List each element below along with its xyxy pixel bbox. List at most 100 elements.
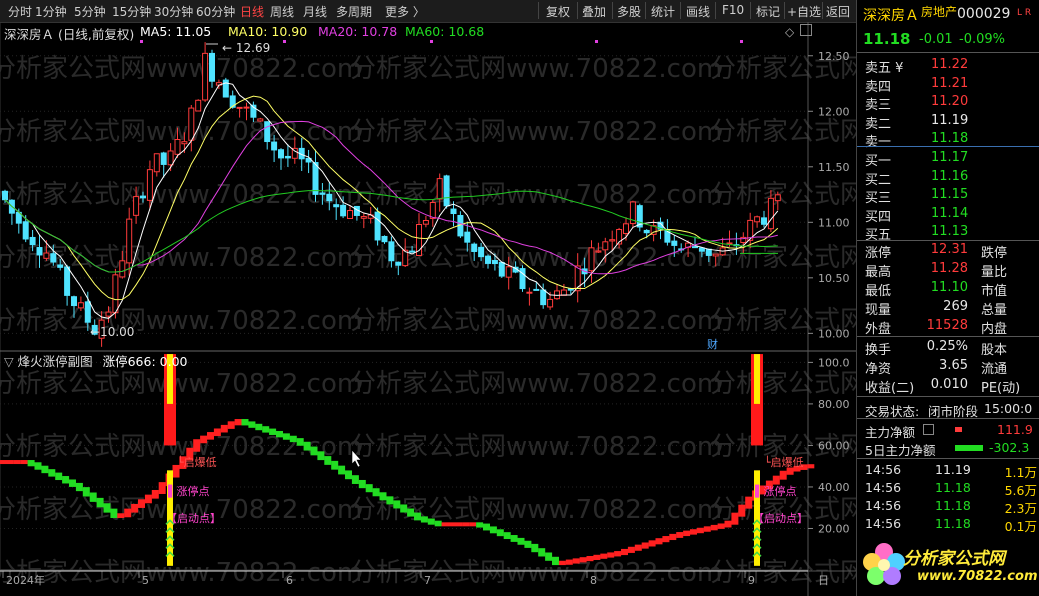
sub-step xyxy=(48,469,56,477)
tab-60min[interactable]: 60分钟 xyxy=(196,3,235,20)
sub-step xyxy=(338,465,346,475)
add-favorite-button[interactable]: +自选 xyxy=(787,3,821,20)
tab-daily[interactable]: 日线 xyxy=(240,3,264,20)
watermark-text: 分析家公式网www.70822.com xyxy=(710,369,856,399)
stat-value: 0.25% xyxy=(926,339,968,354)
candle-body xyxy=(50,253,57,263)
sub-step xyxy=(779,470,787,480)
sub-step xyxy=(34,462,42,470)
sub-step xyxy=(103,503,111,513)
signal-label: ▌涨停点 xyxy=(167,484,209,498)
tab-multi-period[interactable]: 多周期 xyxy=(336,3,372,20)
tick-price: 11.18 xyxy=(935,498,971,513)
mark-button[interactable]: 标记 xyxy=(756,3,780,20)
candle-body xyxy=(202,52,209,101)
watermark-text: 分析家公式网www.70822.com xyxy=(350,180,722,210)
signal-label: ▌涨停点 xyxy=(754,484,796,498)
sub-step xyxy=(96,497,104,508)
sub-step xyxy=(269,428,277,435)
x-axis-label: 2024年 xyxy=(6,573,45,587)
x-axis-label: 5 xyxy=(142,574,149,587)
sub-step xyxy=(662,536,670,543)
sub-step xyxy=(117,513,125,518)
stock-code: 000029 xyxy=(957,6,1011,22)
tab-15min[interactable]: 15分钟 xyxy=(112,3,151,20)
tab-monthly[interactable]: 月线 xyxy=(303,3,327,20)
tick-volume: 2.3万 xyxy=(1004,501,1037,516)
sub-step xyxy=(434,520,442,527)
sub-step xyxy=(420,516,428,523)
sub-step xyxy=(690,529,697,535)
main-net-value: 111.9 xyxy=(997,422,1033,437)
stat-label-2: 内盘 xyxy=(981,322,1008,337)
sub-step xyxy=(731,512,739,525)
stock-name: 深深房Ａ xyxy=(863,8,919,24)
candle-body xyxy=(609,239,616,242)
sub-step xyxy=(641,542,649,549)
back-button[interactable]: 返回 xyxy=(826,3,850,20)
watermark-text: 分析家公式网www.70822.com xyxy=(350,306,722,336)
sub-step xyxy=(324,456,332,465)
multi-stock-button[interactable]: 多股 xyxy=(617,3,641,20)
tab-5min[interactable]: 5分钟 xyxy=(74,3,106,20)
sub-step xyxy=(55,472,63,481)
ask-price: 11.21 xyxy=(931,75,969,91)
price-tick-label: 11.00 xyxy=(818,216,850,229)
candle-body xyxy=(160,152,167,165)
sub-step xyxy=(400,504,408,513)
sub-step xyxy=(724,520,732,528)
sub-step xyxy=(807,464,815,469)
candle-body xyxy=(595,250,602,253)
sub-step xyxy=(614,551,622,557)
diamond-icon[interactable]: ◇ xyxy=(785,25,794,39)
bid-price: 11.16 xyxy=(931,168,969,184)
tick-row: 14:56 11.18 0.1万 xyxy=(865,516,1037,534)
f10-button[interactable]: F10 xyxy=(722,3,744,17)
candle-body xyxy=(567,288,574,291)
tab-weekly[interactable]: 周线 xyxy=(270,3,294,20)
candle-body xyxy=(602,241,609,251)
signal-label: └启爆低 xyxy=(764,455,804,469)
sub-step xyxy=(13,460,21,465)
sub-step xyxy=(483,523,490,531)
tick-price: 11.18 xyxy=(935,480,971,495)
overlay-button[interactable]: 叠加 xyxy=(582,3,606,20)
watermark-text: 分析家公式网www.70822.com xyxy=(0,54,362,84)
draw-button[interactable]: 画线 xyxy=(686,3,710,20)
candle-body xyxy=(429,202,436,219)
candle-body xyxy=(643,229,650,234)
tick-time: 14:56 xyxy=(865,480,902,495)
sub-step xyxy=(317,451,325,461)
tab-30min[interactable]: 30分钟 xyxy=(154,3,193,20)
stat-label: 换手 xyxy=(865,343,892,358)
period-minute[interactable]: 分时 xyxy=(8,3,32,20)
candle-body xyxy=(478,246,485,258)
sub-step xyxy=(489,526,497,534)
candle-body xyxy=(243,106,250,109)
chart-area[interactable]: 分析家公式网www.70822.com 分析家公式网www.70822.com 分析… xyxy=(0,22,856,596)
tick-row: 14:56 11.19 1.1万 xyxy=(865,462,1037,480)
info-icon[interactable] xyxy=(923,424,934,435)
sub-step xyxy=(655,538,663,545)
candle-body xyxy=(105,311,112,317)
sub-step xyxy=(393,500,401,509)
event-dot xyxy=(740,40,743,43)
stat-label-2: 跌停 xyxy=(981,246,1008,261)
candle-body xyxy=(278,149,284,159)
sub-step xyxy=(27,460,35,467)
adjust-button[interactable]: 复权 xyxy=(546,3,570,20)
candle-body xyxy=(57,264,64,268)
collapse-icon[interactable]: ▽ xyxy=(4,354,14,369)
candle-body xyxy=(43,252,50,259)
event-dot xyxy=(283,40,286,43)
lr-flags: L R xyxy=(1017,8,1032,18)
stats-button[interactable]: 统计 xyxy=(651,3,675,20)
watermark-text: 分析家公式网www.70822.com xyxy=(710,243,856,273)
tab-more[interactable]: 更多 〉 xyxy=(385,3,425,20)
square-icon[interactable] xyxy=(800,24,812,36)
ask-price: 11.18 xyxy=(931,131,969,146)
sub-step xyxy=(517,537,525,545)
tab-1min[interactable]: 1分钟 xyxy=(35,3,67,20)
candle-body xyxy=(29,236,36,246)
stat-value: 269 xyxy=(943,299,968,314)
